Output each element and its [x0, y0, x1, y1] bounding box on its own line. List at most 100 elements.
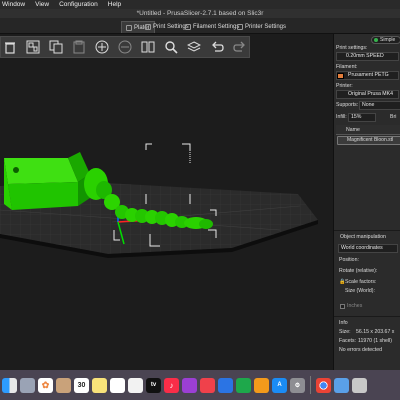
filament-select[interactable]: Prusament PETG [336, 71, 399, 80]
rotate-label: Rotate (relative): [339, 268, 378, 274]
launchpad-icon[interactable] [20, 377, 35, 393]
undo-button[interactable] [207, 38, 226, 57]
remove-instance-icon [118, 40, 132, 54]
tab-bar: Plater Print Settings Filament Settings … [0, 18, 400, 34]
mode-dot-icon [374, 38, 378, 42]
dock-divider [310, 376, 311, 394]
finder-icon[interactable] [2, 377, 17, 393]
settings-panel: Simple Print settings: 0.20mm SPEED Fila… [333, 34, 400, 370]
info-header: Info [339, 320, 348, 326]
mode-label: Simple [380, 37, 396, 43]
filament-settings-icon [185, 24, 191, 30]
position-label: Position: [339, 257, 359, 263]
search-icon [165, 41, 178, 54]
remove-instance-button[interactable] [116, 38, 135, 57]
printer-settings-icon [237, 24, 243, 30]
menu-window[interactable]: Window [2, 1, 25, 8]
copy-icon [49, 40, 63, 54]
supports-label: Supports: [336, 102, 359, 108]
redo-icon [232, 41, 245, 52]
inches-checkbox[interactable] [340, 304, 345, 309]
chrome-icon[interactable] [316, 377, 331, 393]
app-store-icon[interactable]: A [272, 377, 287, 393]
menu-configuration[interactable]: Configuration [59, 1, 98, 8]
keynote-icon[interactable] [218, 377, 233, 393]
pages-icon[interactable] [254, 377, 269, 393]
split-icon [141, 41, 155, 53]
search-button[interactable] [161, 38, 180, 57]
brim-label: Bri [390, 114, 397, 120]
filament-value: Prusament PETG [348, 72, 389, 78]
window-title: *Untitled - PrusaSlicer-2.7.1 based on S… [0, 9, 400, 18]
arrange-button[interactable] [24, 38, 43, 57]
errors-status: No errors detected [339, 347, 382, 353]
facets-label: Facets: [339, 338, 357, 344]
layers-button[interactable] [184, 38, 203, 57]
mode-simple-button[interactable]: Simple [371, 36, 400, 44]
divider [334, 316, 400, 317]
supports-select[interactable]: None [359, 101, 400, 110]
filament-color-swatch[interactable] [337, 73, 344, 79]
tab-printer-settings-label: Printer Settings [245, 24, 287, 30]
scale-factors-label: Scale factors: [345, 279, 377, 285]
trash-icon[interactable] [352, 377, 367, 393]
music-icon[interactable]: ♪ [164, 377, 179, 393]
object-list-item[interactable]: Magnificent Bloon.stl [337, 136, 400, 145]
size-info-label: Size: [339, 329, 351, 335]
arrange-icon [26, 40, 40, 54]
infill-label: Infill: [336, 114, 347, 120]
add-instance-icon [95, 40, 109, 54]
plater-icon [126, 24, 132, 31]
settings-icon[interactable]: ⚙ [290, 377, 305, 393]
preview-icon[interactable] [334, 377, 349, 393]
add-instance-button[interactable] [93, 38, 112, 57]
delete-icon [5, 42, 16, 54]
freeform-icon[interactable] [128, 377, 143, 393]
print-settings-value: 0.20mm SPEED [346, 53, 384, 59]
facets-value: 11970 (1 shell) [358, 338, 392, 344]
infill-select[interactable]: 15% [348, 113, 376, 122]
coordinate-system-value: World coordinates [341, 245, 383, 251]
printer-select[interactable]: Original Prusa MK4 [336, 90, 399, 99]
filament-label: Filament: [336, 64, 358, 70]
supports-value: None [362, 102, 375, 108]
redo-button[interactable] [230, 38, 249, 57]
notes-icon[interactable] [92, 377, 107, 393]
size-world-label: Size (World): [345, 288, 375, 294]
object-manipulation-header: Object manipulation [340, 234, 386, 240]
size-info-value: 56.15 x 203.67 x [356, 329, 395, 335]
reminders-icon[interactable] [110, 377, 125, 393]
calendar-icon[interactable]: 30 [74, 377, 89, 393]
macos-menubar: Window View Configuration Help [0, 0, 400, 9]
coordinate-system-select[interactable]: World coordinates [338, 244, 398, 253]
paste-icon [73, 40, 85, 54]
photos-icon[interactable]: ✿ [38, 377, 53, 393]
paste-button[interactable] [70, 38, 89, 57]
divider [334, 230, 400, 231]
scene-svg [0, 143, 318, 258]
print-settings-select[interactable]: 0.20mm SPEED [336, 52, 399, 61]
menu-view[interactable]: View [35, 1, 49, 8]
copy-button[interactable] [47, 38, 66, 57]
numbers-icon[interactable] [236, 377, 251, 393]
print-settings-icon [145, 24, 151, 30]
printer-value: Original Prusa MK4 [348, 91, 393, 97]
menu-help[interactable]: Help [108, 1, 121, 8]
news-icon[interactable] [200, 377, 215, 393]
plater-toolbar [0, 36, 250, 58]
infill-value: 15% [351, 114, 362, 120]
macos-dock: ✿ 30 tv ♪ A ⚙ [0, 370, 400, 400]
printer-label: Printer: [336, 83, 353, 89]
appletv-icon[interactable]: tv [146, 377, 161, 393]
3d-viewport[interactable] [0, 34, 333, 370]
layers-icon [186, 41, 201, 52]
print-settings-label: Print settings: [336, 45, 368, 51]
contacts-icon[interactable] [56, 377, 71, 393]
split-button[interactable] [138, 38, 157, 57]
podcasts-icon[interactable] [182, 377, 197, 393]
object-name: Magnificent Bloon.stl [347, 137, 394, 143]
name-column-header: Name [346, 127, 360, 133]
tab-printer-settings[interactable]: Printer Settings [233, 21, 290, 33]
delete-button[interactable] [1, 38, 20, 57]
lock-icon[interactable]: 🔒 [339, 279, 345, 285]
